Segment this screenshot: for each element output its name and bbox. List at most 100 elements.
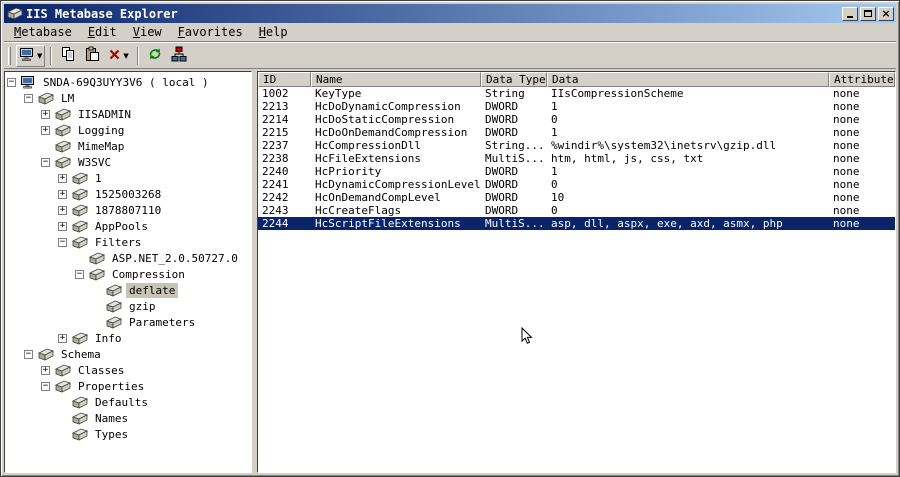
tree-expander[interactable]: − xyxy=(24,349,33,359)
tree-item-label[interactable]: Defaults xyxy=(92,395,151,410)
tree-expander[interactable]: + xyxy=(41,125,50,135)
table-row[interactable]: 2215 HcDoOnDemandCompression DWORD 1 non… xyxy=(258,126,895,139)
tree-item-label[interactable]: Filters xyxy=(92,235,144,250)
tree-item-label[interactable]: Logging xyxy=(75,123,127,138)
tree-item[interactable]: Names xyxy=(5,410,251,426)
tree-item-label[interactable]: SNDA-69Q3UYY3V6 ( local ) xyxy=(40,75,212,90)
table-row[interactable]: 2243 HcCreateFlags DWORD 0 none xyxy=(258,204,895,217)
column-header-attributes[interactable]: Attributes xyxy=(829,72,895,87)
tree-expander[interactable]: − xyxy=(58,237,67,247)
menu-view[interactable]: View xyxy=(125,24,170,41)
refresh-button[interactable] xyxy=(144,45,166,67)
app-window: IIS Metabase Explorer × Metabase Edit Vi… xyxy=(0,0,900,477)
tree-expander[interactable]: + xyxy=(58,333,67,343)
title-bar[interactable]: IIS Metabase Explorer × xyxy=(4,4,896,23)
column-header-data-type[interactable]: Data Type xyxy=(481,72,547,87)
tree-expander[interactable]: + xyxy=(41,109,50,119)
tree-expander[interactable]: + xyxy=(58,205,67,215)
tree-item[interactable]: Types xyxy=(5,426,251,442)
node-icon xyxy=(71,172,88,185)
tree-expander[interactable]: + xyxy=(58,189,67,199)
tree-item-label[interactable]: Types xyxy=(92,427,131,442)
column-header-name[interactable]: Name xyxy=(311,72,481,87)
table-row[interactable]: 2241 HcDynamicCompressionLevel DWORD 0 n… xyxy=(258,178,895,191)
tree-item[interactable]: ASP.NET_2.0.50727.0 xyxy=(5,250,251,266)
tree-item-label[interactable]: deflate xyxy=(126,282,179,298)
tree-item[interactable]: − Properties xyxy=(5,378,251,394)
tree-item-label[interactable]: IISADMIN xyxy=(75,107,134,122)
tree-item[interactable]: gzip xyxy=(5,298,251,314)
tree-item-label[interactable]: MimeMap xyxy=(75,139,127,154)
tree-item-label[interactable]: Properties xyxy=(75,379,147,394)
table-row[interactable]: 1002 KeyType String IIsCompressionScheme… xyxy=(258,87,895,100)
tree-item[interactable]: + Info xyxy=(5,330,251,346)
tree-expander[interactable]: − xyxy=(24,93,33,103)
tree-item-label[interactable]: 1525003268 xyxy=(92,187,164,202)
menu-edit[interactable]: Edit xyxy=(80,24,125,41)
connect-button[interactable]: ▼ xyxy=(16,44,46,67)
cell-data: 0 xyxy=(551,178,558,191)
tree-item[interactable]: − Filters xyxy=(5,234,251,250)
tree-expander[interactable]: + xyxy=(58,173,67,183)
tree-item[interactable]: − Schema xyxy=(5,346,251,362)
menu-help[interactable]: Help xyxy=(251,24,296,41)
menu-metabase[interactable]: Metabase xyxy=(6,24,80,41)
table-row[interactable]: 2244 HcScriptFileExtensions MultiS... as… xyxy=(258,217,895,230)
menu-bar: Metabase Edit View Favorites Help xyxy=(4,23,896,42)
toolbar-gripper[interactable] xyxy=(8,46,11,65)
tree-item[interactable]: + 1878807110 xyxy=(5,202,251,218)
network-button[interactable] xyxy=(168,45,190,67)
tree-item-label[interactable]: Parameters xyxy=(126,315,198,330)
table-row[interactable]: 2240 HcPriority DWORD 1 none xyxy=(258,165,895,178)
delete-button[interactable]: ▼ xyxy=(105,45,131,67)
cell-data: 1 xyxy=(551,165,558,178)
table-row[interactable]: 2237 HcCompressionDll String... %windir%… xyxy=(258,139,895,152)
table-row[interactable]: 2214 HcDoStaticCompression DWORD 0 none xyxy=(258,113,895,126)
tree-item-label[interactable]: W3SVC xyxy=(75,155,114,170)
tree-item-label[interactable]: Names xyxy=(92,411,131,426)
tree-item[interactable]: + AppPools xyxy=(5,218,251,234)
tree-item-label[interactable]: Classes xyxy=(75,363,127,378)
cell-attributes: none xyxy=(833,165,860,178)
tree-expander[interactable]: − xyxy=(7,77,16,87)
column-header-data[interactable]: Data xyxy=(547,72,829,87)
tree-item-label[interactable]: Schema xyxy=(58,347,104,362)
tree-item[interactable]: + Logging xyxy=(5,122,251,138)
tree-item-label[interactable]: Compression xyxy=(109,267,188,282)
tree-item-label[interactable]: Info xyxy=(92,331,125,346)
tree-item[interactable]: + 1 xyxy=(5,170,251,186)
tree-item-label[interactable]: gzip xyxy=(126,299,159,314)
tree-item-label[interactable]: 1878807110 xyxy=(92,203,164,218)
table-row[interactable]: 2213 HcDoDynamicCompression DWORD 1 none xyxy=(258,100,895,113)
tree-expander[interactable]: − xyxy=(75,269,84,279)
tree-item[interactable]: + IISADMIN xyxy=(5,106,251,122)
menu-favorites[interactable]: Favorites xyxy=(170,24,251,41)
tree-item[interactable]: + 1525003268 xyxy=(5,186,251,202)
tree-item[interactable]: MimeMap xyxy=(5,138,251,154)
column-header-id[interactable]: ID xyxy=(258,72,311,87)
tree-item[interactable]: − Compression xyxy=(5,266,251,282)
tree-item-label[interactable]: AppPools xyxy=(92,219,151,234)
paste-button[interactable] xyxy=(81,45,103,67)
tree-item[interactable]: Parameters xyxy=(5,314,251,330)
tree-item[interactable]: Defaults xyxy=(5,394,251,410)
maximize-button[interactable] xyxy=(860,6,876,21)
tree-item-label[interactable]: 1 xyxy=(92,171,105,186)
tree-item-label[interactable]: LM xyxy=(58,91,77,106)
copy-button[interactable] xyxy=(57,45,79,67)
tree-item-label[interactable]: ASP.NET_2.0.50727.0 xyxy=(109,251,241,266)
tree-expander[interactable]: − xyxy=(41,157,50,167)
tree-expander[interactable]: + xyxy=(58,221,67,231)
tree-item[interactable]: deflate xyxy=(5,282,251,298)
minimize-button[interactable] xyxy=(842,6,858,21)
tree-item[interactable]: − LM xyxy=(5,90,251,106)
tree-item[interactable]: − W3SVC xyxy=(5,154,251,170)
tree-expander[interactable]: + xyxy=(41,365,50,375)
table-row[interactable]: 2242 HcOnDemandCompLevel DWORD 10 none xyxy=(258,191,895,204)
tree-item[interactable]: + Classes xyxy=(5,362,251,378)
cell-data-type: MultiS... xyxy=(485,152,545,165)
tree-expander[interactable]: − xyxy=(41,381,50,391)
tree-item[interactable]: − SNDA-69Q3UYY3V6 ( local ) xyxy=(5,74,251,90)
close-button[interactable]: × xyxy=(878,6,894,21)
table-row[interactable]: 2238 HcFileExtensions MultiS... htm, htm… xyxy=(258,152,895,165)
